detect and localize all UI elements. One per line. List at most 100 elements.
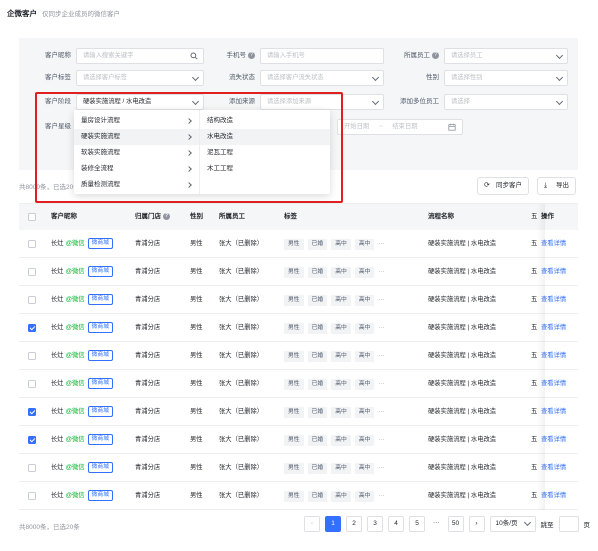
fixed-column-shadow	[537, 204, 545, 510]
chevron-right-icon	[186, 118, 192, 124]
cascader-subitem[interactable]: 水电改造	[200, 129, 330, 145]
cell-nickname: 长灶 @微信 微商城	[51, 426, 113, 454]
table-row: 长灶 @微信 微商城 青浦分店 男性 张大（已删除） 男性 已婚 高中 高中 ··· 硬装实施流程 |…	[19, 454, 578, 482]
cascader-item[interactable]: 硬装实施流程	[74, 129, 199, 145]
row-checkbox[interactable]	[28, 324, 36, 332]
row-checkbox[interactable]	[28, 268, 36, 276]
search-icon[interactable]	[190, 52, 198, 60]
cascader-item[interactable]: 软装实施流程	[74, 145, 199, 161]
date-range-picker[interactable]: 开始日期 ~ 结束日期	[337, 119, 463, 135]
filter-label: 客户标签	[45, 74, 71, 81]
source-badge: 微商城	[87, 377, 113, 389]
page-button[interactable]: 2	[346, 516, 362, 532]
jump-suffix: 页	[583, 522, 591, 529]
cascader-item[interactable]: 量房设计流程	[74, 113, 199, 129]
cascader-subitem[interactable]: 泥瓦工程	[200, 145, 330, 161]
row-checkbox[interactable]	[28, 436, 36, 444]
more-icon[interactable]: ···	[378, 408, 384, 415]
tag: 已婚	[307, 434, 328, 446]
page-button[interactable]: 5	[409, 516, 425, 532]
row-checkbox[interactable]	[28, 352, 36, 360]
tag: 男性	[284, 294, 304, 306]
cell-nickname: 长灶 @微信 微商城	[51, 370, 113, 398]
help-icon[interactable]: ?	[163, 212, 170, 220]
selection-summary: 共8000条，已选20条	[19, 184, 80, 191]
cell-nickname: 长灶 @微信 微商城	[51, 482, 113, 510]
more-icon[interactable]: ···	[378, 464, 384, 471]
cell-store: 青浦分店	[135, 268, 161, 275]
customer-name: 长灶	[51, 380, 64, 387]
source-badge: 微商城	[87, 265, 113, 277]
row-checkbox[interactable]	[28, 380, 36, 388]
page-button[interactable]: 1	[325, 516, 341, 532]
footer-summary: 共8000条，已选20条	[19, 524, 80, 531]
cell-employee: 张大（已删除）	[219, 324, 264, 331]
page-button[interactable]: 50	[447, 516, 464, 532]
page-button[interactable]: 4	[388, 516, 404, 532]
page-size-select[interactable]: 10条/页	[489, 516, 536, 532]
wechat-label: @微信	[65, 492, 85, 499]
more-icon[interactable]: ···	[378, 268, 384, 275]
calendar-icon[interactable]	[448, 123, 456, 131]
tag: 男性	[284, 462, 304, 474]
filter-label: 客户星级	[45, 123, 71, 130]
more-icon[interactable]: ···	[378, 240, 384, 247]
next-page-button[interactable]: ›	[468, 516, 485, 532]
tag: 高中	[331, 238, 351, 250]
tag: 高中	[354, 406, 375, 418]
cascader-subitem[interactable]: 结构改造	[200, 113, 330, 129]
more-icon[interactable]: ···	[378, 352, 384, 359]
employee-select[interactable]: 请选择员工	[444, 48, 568, 64]
select-all-checkbox[interactable]	[28, 213, 36, 221]
row-checkbox[interactable]	[28, 296, 36, 304]
table-row: 长灶 @微信 微商城 青浦分店 男性 张大（已删除） 男性 已婚 高中 高中 ··· 硬装实施流程 |…	[19, 370, 578, 398]
customer-tag-select[interactable]: 请选择客户标签	[76, 70, 204, 86]
churn-status-select[interactable]: 请选择客户流失状态	[260, 70, 384, 86]
sync-icon: ⟳	[484, 182, 490, 189]
row-checkbox[interactable]	[28, 240, 36, 248]
prev-page-button[interactable]: ‹	[304, 516, 320, 532]
page-button[interactable]: 3	[367, 516, 383, 532]
row-checkbox[interactable]	[28, 492, 36, 500]
cell-store: 青浦分店	[135, 464, 161, 471]
sync-customer-button[interactable]: ⟳ 同步客户	[477, 177, 529, 195]
cell-gender: 男性	[190, 464, 203, 471]
export-button[interactable]: ⤓ 导出	[537, 177, 576, 195]
add-source-select[interactable]: 请选择添加来源	[260, 94, 384, 110]
more-icon[interactable]: ···	[378, 436, 384, 443]
cascader-item[interactable]: 装修全流程	[74, 161, 199, 177]
multi-employee-select[interactable]: 请选择	[444, 94, 568, 110]
more-icon[interactable]: ···	[378, 380, 384, 387]
source-badge: 微商城	[87, 349, 113, 361]
filter-label: 客户阶段	[45, 98, 71, 105]
help-icon[interactable]: ?	[248, 51, 255, 59]
customer-name: 长灶	[51, 436, 64, 443]
row-checkbox[interactable]	[28, 408, 36, 416]
cell-employee: 张大（已删除）	[219, 268, 264, 275]
cascader-subitem[interactable]: 木工工程	[200, 161, 330, 177]
nickname-search-input[interactable]: 请输入搜索关键字	[76, 48, 204, 64]
more-icon[interactable]: ···	[378, 492, 384, 499]
phone-input[interactable]: 请输入手机号	[260, 48, 384, 64]
tag: 已婚	[307, 378, 328, 390]
gender-select[interactable]: 请选择性别	[444, 70, 568, 86]
cell-gender: 男性	[190, 408, 203, 415]
tag: 高中	[354, 322, 375, 334]
cell-flow: 硬装实施流程 | 水电改造	[428, 436, 497, 443]
filter-label: 添加多位员工	[400, 98, 439, 105]
customer-table: 客户昵称 归属门店? 性别 所属员工 标签 流程名称 五 操作 长灶 @微信 微商城…	[19, 203, 578, 510]
cell-store: 青浦分店	[135, 352, 161, 359]
wechat-label: @微信	[65, 436, 85, 443]
row-checkbox[interactable]	[28, 464, 36, 472]
jump-page-input[interactable]	[558, 516, 579, 532]
more-icon[interactable]: ···	[378, 324, 384, 331]
wechat-label: @微信	[65, 380, 85, 387]
page-header: 企微客户 仅同步企业成员的微信客户	[7, 8, 120, 20]
help-icon[interactable]: ?	[432, 51, 439, 59]
cell-store: 青浦分店	[135, 408, 161, 415]
customer-name: 长灶	[51, 240, 64, 247]
cascader-item[interactable]: 质量检测流程	[74, 177, 199, 193]
customer-stage-cascader[interactable]: 硬装实施流程 / 水电改造	[76, 94, 204, 110]
cell-flow: 硬装实施流程 | 水电改造	[428, 352, 497, 359]
more-icon[interactable]: ···	[378, 296, 384, 303]
